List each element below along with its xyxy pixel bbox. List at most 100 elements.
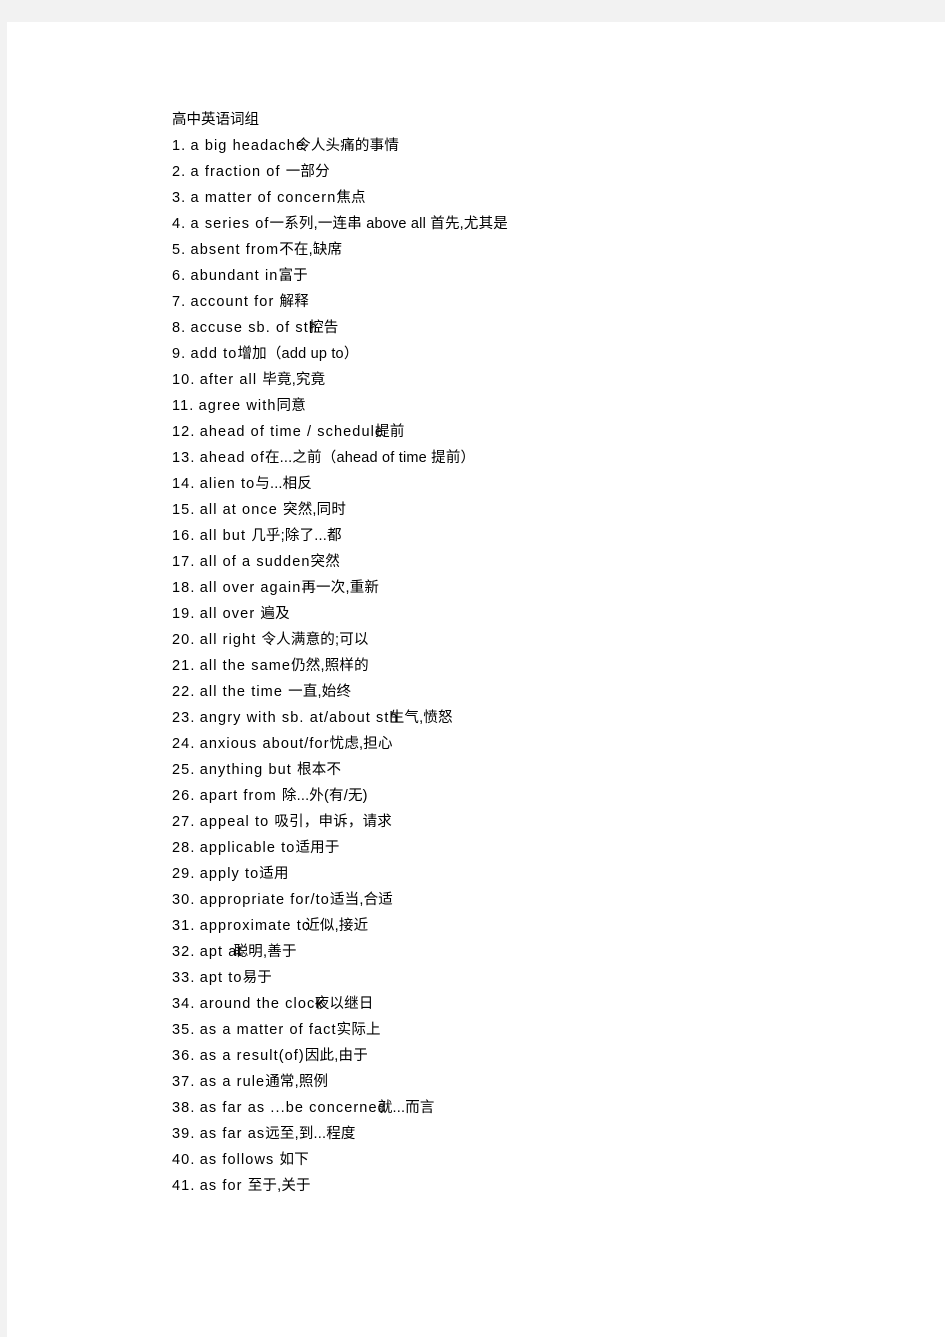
document-body: 高中英语词组 1. a big headache令人头痛的事情 2. a frac… <box>172 107 912 1199</box>
phrase-entry: 29. apply to适用 <box>172 861 912 887</box>
phrase-number: 24. <box>172 736 196 752</box>
phrase-english: add to <box>190 346 238 362</box>
phrase-chinese: 远至,到...程度 <box>265 1126 356 1142</box>
phrase-entry: 37. as a rule通常,照例 <box>172 1069 912 1095</box>
phrase-chinese: 适当,合适 <box>329 892 393 908</box>
phrase-chinese: 焦点 <box>336 190 366 206</box>
phrase-english: as a rule <box>199 1074 266 1090</box>
phrase-english: a matter of concern <box>190 190 337 206</box>
phrase-entry: 4. a series of一系列,一连串 above all 首先,尤其是 <box>172 211 912 237</box>
phrase-chinese: 仍然,照样的 <box>291 658 369 674</box>
phrase-english: all right <box>199 632 262 648</box>
phrase-english: apart from <box>199 788 282 804</box>
phrase-entry: 5. absent from不在,缺席 <box>172 237 912 263</box>
phrase-english: abundant in <box>190 268 279 284</box>
phrase-entry: 17. all of a sudden突然 <box>172 549 912 575</box>
phrase-number: 11. <box>172 398 195 414</box>
phrase-number: 18. <box>172 580 196 596</box>
phrase-english: all of a sudden <box>199 554 311 570</box>
phrase-english: all over again <box>199 580 302 596</box>
phrase-chinese: 富于 <box>278 268 308 284</box>
phrase-chinese: 不在,缺席 <box>279 242 343 258</box>
phrase-entry: 1. a big headache令人头痛的事情 <box>172 133 912 159</box>
phrase-number: 21. <box>172 658 196 674</box>
phrase-chinese: 突然,同时 <box>283 502 347 518</box>
phrase-entry: 41. as for 至于,关于 <box>172 1173 912 1199</box>
phrase-chinese: 提前 <box>375 424 405 440</box>
phrase-entry: 21. all the same仍然,照样的 <box>172 653 912 679</box>
phrase-number: 15. <box>172 502 196 518</box>
phrase-chinese: 夜以继日 <box>314 996 374 1012</box>
phrase-number: 17. <box>172 554 196 570</box>
phrase-english: agree with <box>198 398 277 414</box>
phrase-number: 10. <box>172 372 196 388</box>
phrase-chinese: 遍及 <box>260 606 290 622</box>
phrase-chinese: 至于,关于 <box>247 1178 311 1194</box>
phrase-english: all at once <box>199 502 284 518</box>
phrase-number: 3. <box>172 190 187 206</box>
phrase-entry: 6. abundant in富于 <box>172 263 912 289</box>
phrase-chinese: 突然 <box>310 554 340 570</box>
phrase-english: as a result(of) <box>199 1048 305 1064</box>
phrase-number: 19. <box>172 606 196 622</box>
phrase-entry: 27. appeal to 吸引，申诉，请求 <box>172 809 912 835</box>
phrase-number: 32. <box>172 944 196 960</box>
phrase-entry: 33. apt to易于 <box>172 965 912 991</box>
phrase-number: 31. <box>172 918 196 934</box>
phrase-number: 33. <box>172 970 196 986</box>
phrase-entry: 39. as far as远至,到...程度 <box>172 1121 912 1147</box>
phrase-english: account for <box>190 294 280 310</box>
phrase-english: as far as ...be concerned <box>199 1100 387 1116</box>
phrase-number: 12. <box>172 424 196 440</box>
phrase-chinese: 令人满意的;可以 <box>261 632 369 648</box>
phrase-entry: 10. after all 毕竟,究竟 <box>172 367 912 393</box>
phrase-number: 6. <box>172 268 187 284</box>
phrase-number: 26. <box>172 788 196 804</box>
phrase-chinese: 实际上 <box>336 1022 381 1038</box>
phrase-chinese: 聪明,善于 <box>233 944 297 960</box>
phrase-entry: 35. as a matter of fact实际上 <box>172 1017 912 1043</box>
phrase-english: all the time <box>199 684 289 700</box>
phrase-chinese: 令人头痛的事情 <box>296 138 400 154</box>
phrase-number: 30. <box>172 892 196 908</box>
phrase-chinese: 一部分 <box>285 164 330 180</box>
phrase-chinese: 一系列,一连串 above all 首先,尤其是 <box>269 216 508 232</box>
phrase-english: appeal to <box>199 814 275 830</box>
phrase-english: ahead of time / schedule <box>199 424 385 440</box>
phrase-number: 4. <box>172 216 187 232</box>
phrase-chinese: 与...相反 <box>255 476 313 492</box>
phrase-english: as far as <box>199 1126 266 1142</box>
phrase-english: appropriate for/to <box>199 892 330 908</box>
phrase-chinese: 在...之前（ahead of time 提前） <box>264 450 476 466</box>
phrase-number: 9. <box>172 346 187 362</box>
phrase-english: a series of <box>190 216 270 232</box>
phrase-number: 37. <box>172 1074 196 1090</box>
document-title: 高中英语词组 <box>172 112 259 128</box>
phrase-number: 39. <box>172 1126 196 1142</box>
phrase-chinese: 适用于 <box>295 840 340 856</box>
phrase-entry: 13. ahead of在...之前（ahead of time 提前） <box>172 445 912 471</box>
phrase-chinese: 同意 <box>276 398 306 414</box>
phrase-english: applicable to <box>199 840 296 856</box>
phrase-chinese: 适用 <box>259 866 289 882</box>
phrase-chinese: 解释 <box>279 294 309 310</box>
phrase-english: all over <box>199 606 261 622</box>
phrase-english: apt to <box>199 970 243 986</box>
phrase-chinese: 通常,照例 <box>265 1074 329 1090</box>
phrase-english: a fraction of <box>190 164 286 180</box>
phrase-number: 2. <box>172 164 187 180</box>
phrase-english: accuse sb. of sth <box>190 320 319 336</box>
phrase-chinese: 生气,愤怒 <box>389 710 453 726</box>
phrase-entry: 38. as far as ...be concerned就...而言 <box>172 1095 912 1121</box>
phrase-entry: 23. angry with sb. at/about sth生气,愤怒 <box>172 705 912 731</box>
phrase-english: anxious about/for <box>199 736 330 752</box>
phrase-entry: 14. alien to与...相反 <box>172 471 912 497</box>
phrase-chinese: 近似,接近 <box>305 918 369 934</box>
phrase-chinese: 吸引，申诉，请求 <box>274 814 393 830</box>
phrase-entry: 7. account for 解释 <box>172 289 912 315</box>
phrase-chinese: 忧虑,担心 <box>329 736 393 752</box>
phrase-english: all the same <box>199 658 292 674</box>
phrase-entry: 31. approximate to近似,接近 <box>172 913 912 939</box>
phrase-entry: 40. as follows 如下 <box>172 1147 912 1173</box>
phrase-entry: 25. anything but 根本不 <box>172 757 912 783</box>
